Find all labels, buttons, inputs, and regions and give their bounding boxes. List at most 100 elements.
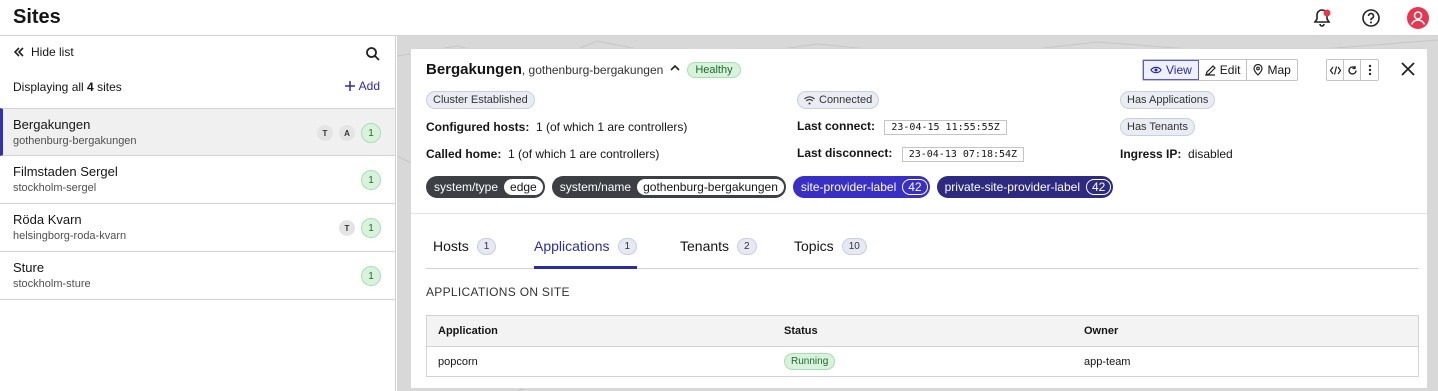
chevron-up-icon[interactable]: [669, 61, 681, 78]
ingress-ip-label: Ingress IP:: [1120, 147, 1182, 161]
user-avatar-icon[interactable]: [1406, 6, 1430, 30]
health-badge: Healthy: [687, 61, 741, 78]
tenant-flag-badge: T: [339, 220, 355, 236]
tab-count: 1: [617, 237, 638, 255]
double-chevron-left-icon: [13, 47, 24, 57]
tab-hosts[interactable]: Hosts 1: [433, 227, 497, 269]
hide-list-label: Hide list: [31, 45, 74, 59]
site-list-item[interactable]: Filmstaden Sergel stockholm-sergel 1: [0, 156, 395, 204]
configured-hosts-label: Configured hosts:: [426, 120, 530, 134]
tab-count: 1: [476, 237, 497, 255]
has-applications-pill: Has Applications: [1120, 91, 1216, 109]
map-button[interactable]: Map: [1247, 60, 1296, 80]
refresh-icon[interactable]: [1344, 60, 1361, 80]
plus-icon: [344, 81, 355, 91]
column-header-application[interactable]: Application: [438, 316, 498, 346]
last-disconnect-label: Last disconnect:: [797, 146, 893, 160]
displaying-prefix: Displaying all: [13, 80, 84, 94]
last-connect-field: Last connect: 23-04-15 11:55:55Z: [797, 119, 1007, 135]
connection-status-pill: Connected: [797, 91, 880, 109]
called-home-value: 1 (of which 1 are controllers): [508, 147, 660, 161]
host-count-badge: 1: [361, 266, 381, 286]
application-flag-badge: A: [339, 125, 355, 141]
ingress-ip-field: Ingress IP: disabled: [1120, 147, 1233, 161]
displaying-count: 4: [87, 80, 94, 94]
column-header-owner[interactable]: Owner: [1084, 316, 1118, 346]
last-connect-value: 23-04-15 11:55:55Z: [884, 120, 1007, 135]
last-connect-label: Last connect:: [797, 119, 876, 133]
label-chip[interactable]: system/name gothenburg-bergakungen: [551, 176, 786, 198]
label-key: private-site-provider-label: [944, 180, 1080, 194]
application-cell: popcorn: [438, 355, 478, 368]
eye-icon: [1150, 66, 1162, 74]
tab-topics[interactable]: Topics 10: [794, 227, 867, 269]
close-icon[interactable]: [1398, 59, 1418, 79]
site-slug: helsingborg-roda-kvarn: [13, 230, 127, 242]
label-value: edge: [504, 179, 543, 195]
last-disconnect-field: Last disconnect: 23-04-13 07:18:54Z: [797, 146, 1025, 162]
status-badge: Running: [784, 353, 836, 370]
tab-label: Tenants: [680, 238, 730, 254]
site-slug: stockholm-sergel: [13, 182, 97, 194]
search-icon[interactable]: [365, 46, 381, 62]
map-label: Map: [1267, 63, 1291, 77]
view-button[interactable]: View: [1143, 60, 1199, 80]
site-name: Filmstaden Sergel: [13, 164, 118, 179]
hide-list-button[interactable]: Hide list: [13, 45, 74, 59]
configured-hosts-value: 1 (of which 1 are controllers): [536, 120, 688, 134]
has-tenants-pill: Has Tenants: [1120, 118, 1195, 136]
view-label: View: [1166, 63, 1192, 77]
add-label: Add: [358, 79, 380, 93]
tab-label: Topics: [794, 238, 834, 254]
site-slug: stockholm-sture: [13, 278, 91, 290]
status-cell: Running: [784, 347, 836, 376]
last-disconnect-value: 23-04-13 07:18:54Z: [901, 147, 1025, 162]
edit-label: Edit: [1219, 63, 1241, 77]
edit-button[interactable]: Edit: [1199, 60, 1248, 80]
site-list-item[interactable]: Bergakungen gothenburg-bergakungen T A 1: [0, 108, 395, 156]
site-detail-panel: Bergakungen, gothenburg-bergakungen Heal…: [410, 48, 1428, 389]
tenant-flag-badge: T: [317, 125, 333, 141]
label-chip[interactable]: private-site-provider-label 42: [936, 176, 1114, 198]
tab-label: Hosts: [433, 238, 469, 254]
label-value: gothenburg-bergakungen: [637, 179, 784, 195]
extra-actions: [1326, 59, 1379, 81]
site-list-item[interactable]: Sture stockholm-sture 1: [0, 252, 395, 300]
code-icon[interactable]: [1327, 60, 1344, 80]
site-list-item[interactable]: Röda Kvarn helsingborg-roda-kvarn T 1: [0, 204, 395, 252]
kebab-menu-icon[interactable]: [1361, 60, 1378, 80]
tab-applications[interactable]: Applications 1: [534, 227, 638, 269]
site-name: Sture: [13, 260, 45, 275]
top-bar: Sites: [0, 0, 1438, 36]
label-chip[interactable]: system/type edge: [426, 176, 545, 198]
host-count-badge: 1: [361, 170, 381, 190]
tab-label: Applications: [534, 238, 610, 254]
tab-tenants[interactable]: Tenants 2: [680, 227, 757, 269]
cluster-status-pill: Cluster Established: [426, 91, 535, 109]
sites-sidebar: Hide list Displaying all 4 sites Add Ber…: [0, 36, 396, 391]
column-header-status[interactable]: Status: [784, 316, 818, 346]
site-detail-name: Bergakungen: [426, 61, 522, 78]
table-row[interactable]: popcorn Running app-team: [427, 347, 1418, 376]
label-value: 42: [1086, 179, 1112, 195]
called-home-label: Called home:: [426, 147, 502, 161]
displaying-suffix: sites: [97, 80, 122, 94]
notification-bell-icon[interactable]: [1310, 6, 1334, 30]
applications-table: Application Status Owner popcorn Running…: [426, 315, 1419, 377]
section-title: APPLICATIONS ON SITE: [426, 285, 570, 299]
sites-count-text: Displaying all 4 sites: [13, 80, 122, 94]
help-icon[interactable]: [1359, 6, 1383, 30]
label-chip[interactable]: site-provider-label 42: [792, 176, 930, 198]
site-slug: gothenburg-bergakungen: [13, 135, 137, 147]
map-pin-icon: [1253, 64, 1264, 76]
ingress-ip-value: disabled: [1188, 147, 1233, 161]
detail-tabs: Hosts 1 Applications 1 Tenants 2 Topics …: [426, 227, 1419, 269]
site-list: Bergakungen gothenburg-bergakungen T A 1…: [0, 108, 395, 300]
site-name: Röda Kvarn: [13, 212, 82, 227]
tab-count: 2: [737, 237, 757, 255]
site-detail-slug: , gothenburg-bergakungen: [521, 63, 664, 77]
pencil-icon: [1204, 64, 1216, 76]
connected-label: Connected: [819, 94, 873, 106]
label-key: system/type: [434, 180, 499, 194]
add-site-button[interactable]: Add: [344, 79, 380, 93]
